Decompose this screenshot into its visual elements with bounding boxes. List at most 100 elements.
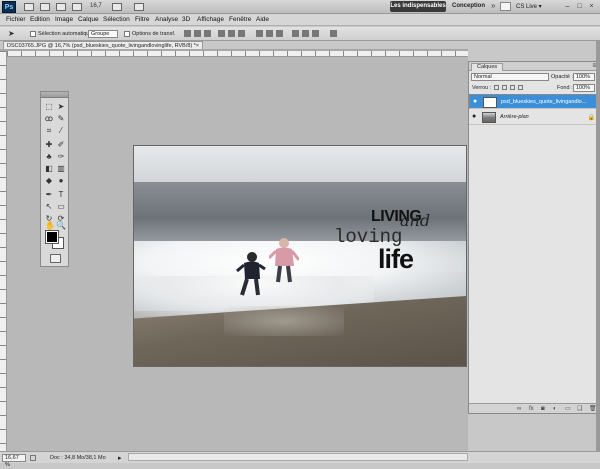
more-workspaces-icon[interactable]: » [491, 1, 495, 10]
eyedropper-tool-icon[interactable]: ⁄ [56, 126, 66, 136]
lock-all-icon[interactable] [518, 85, 523, 90]
history-brush-tool-icon[interactable]: ✑ [56, 152, 66, 162]
align-top-icon[interactable] [184, 30, 191, 37]
transform-checkbox[interactable] [124, 31, 130, 37]
panel-dock-strip[interactable] [596, 41, 600, 451]
layers-panel: Calques ≡ Normal Opacité : 100% Verrou :… [468, 61, 600, 414]
distribute-center-icon[interactable] [302, 30, 309, 37]
close-icon[interactable]: × [587, 2, 596, 11]
menu-affichage[interactable]: Affichage [197, 16, 224, 23]
search-icon[interactable] [500, 2, 511, 11]
fill-label: Fond : [557, 85, 573, 91]
arrange-documents-icon[interactable] [112, 3, 122, 11]
layer-thumbnail [483, 97, 497, 108]
menu-fichier[interactable]: Fichier [6, 16, 26, 23]
path-selection-tool-icon[interactable]: ↖ [44, 202, 54, 212]
status-menu-arrow-icon[interactable]: ▸ [118, 454, 122, 462]
lock-position-icon[interactable] [510, 85, 515, 90]
opacity-label: Opacité : [551, 74, 574, 80]
shape-tool-icon[interactable]: ▭ [56, 202, 66, 212]
gradient-tool-icon[interactable]: ▥ [56, 164, 66, 174]
cs-live-menu[interactable]: CS Live ▾ [516, 3, 542, 10]
align-left-icon[interactable] [218, 30, 225, 37]
menu-analyse[interactable]: Analyse [155, 16, 178, 23]
crop-tool-icon[interactable]: ⌗ [44, 126, 54, 136]
opacity-field[interactable]: 100% [573, 73, 595, 81]
auto-select-dropdown[interactable]: Groupe [88, 30, 118, 38]
quick-selection-tool-icon[interactable]: ✎ [56, 114, 66, 124]
add-mask-icon[interactable]: ◙ [541, 406, 547, 412]
distribute-middle-icon[interactable] [266, 30, 273, 37]
align-middle-icon[interactable] [194, 30, 201, 37]
auto-select-checkbox[interactable] [30, 31, 36, 37]
link-layers-icon[interactable]: ∞ [517, 406, 523, 412]
align-bottom-icon[interactable] [204, 30, 211, 37]
vertical-ruler[interactable] [0, 51, 7, 451]
wet-sand-reflection [224, 306, 344, 336]
new-group-icon[interactable]: ▭ [565, 406, 571, 412]
pen-tool-icon[interactable]: ✒ [44, 190, 54, 200]
distribute-top-icon[interactable] [256, 30, 263, 37]
eraser-tool-icon[interactable]: ◧ [44, 164, 54, 174]
document-image[interactable]: LIVING and loving life [133, 145, 467, 367]
menu-filtre[interactable]: Filtre [135, 16, 149, 23]
distribute-left-icon[interactable] [292, 30, 299, 37]
blend-mode-dropdown[interactable]: Normal [471, 73, 549, 81]
lock-transparency-icon[interactable] [494, 85, 499, 90]
clone-stamp-tool-icon[interactable]: ♣ [44, 152, 54, 162]
zoom-level[interactable]: 16,7 [90, 3, 102, 9]
menu-calque[interactable]: Calque [78, 16, 99, 23]
foreground-color-swatch[interactable] [45, 230, 59, 244]
type-tool-icon[interactable]: T [56, 190, 66, 200]
status-zoom-field[interactable]: 16,67 % [2, 454, 26, 468]
layers-panel-header: Calques ≡ [469, 62, 599, 71]
status-icon[interactable] [30, 455, 36, 461]
menu-edition[interactable]: Edition [30, 16, 50, 23]
horizontal-scrollbar[interactable] [128, 453, 468, 461]
layer-row-background[interactable]: ● Arrière-plan 🔒 [469, 110, 599, 125]
menu-image[interactable]: Image [55, 16, 73, 23]
hand-tool-icon[interactable]: ✋ [45, 221, 55, 231]
maximize-icon[interactable]: □ [575, 2, 584, 11]
healing-brush-tool-icon[interactable]: ✚ [44, 140, 54, 150]
adjustment-layer-icon[interactable]: ◐ [553, 406, 559, 412]
visibility-eye-icon[interactable]: ● [472, 113, 478, 120]
marquee-tool-icon[interactable]: ⬚ [44, 102, 54, 112]
lock-pixels-icon[interactable] [502, 85, 507, 90]
options-bar: ➤ Sélection automatique : Groupe Options… [0, 27, 600, 41]
layer-row-quote[interactable]: ● psd_blueskies_quote_livingandlo... [469, 94, 599, 109]
screen-mode-icon[interactable] [134, 3, 144, 11]
hand-tool-icon[interactable] [72, 3, 82, 11]
layer-style-icon[interactable]: fx [529, 406, 535, 412]
tab-layers[interactable]: Calques [471, 63, 504, 71]
workspace-essentials-button[interactable]: Les indispensables [390, 1, 446, 12]
extras-icon[interactable] [56, 3, 66, 11]
delete-layer-icon[interactable]: 🗑 [589, 406, 597, 412]
menu-3d[interactable]: 3D [182, 16, 190, 23]
visibility-eye-icon[interactable]: ● [473, 98, 479, 105]
minimize-icon[interactable]: – [563, 2, 572, 11]
minibridge-icon[interactable] [40, 3, 50, 11]
quick-mask-icon[interactable] [50, 254, 61, 263]
align-center-icon[interactable] [228, 30, 235, 37]
menu-aide[interactable]: Aide [256, 16, 269, 23]
distribute-right-icon[interactable] [312, 30, 319, 37]
move-tool-icon[interactable]: ➤ [8, 30, 15, 38]
workspace-design-button[interactable]: Conception [452, 3, 485, 9]
auto-align-icon[interactable] [330, 30, 337, 37]
tools-panel-header[interactable] [41, 92, 68, 98]
zoom-tool-icon[interactable]: 🔍 [56, 221, 66, 231]
align-right-icon[interactable] [238, 30, 245, 37]
dodge-tool-icon[interactable]: ● [56, 176, 66, 186]
fill-field[interactable]: 100% [573, 84, 595, 92]
blur-tool-icon[interactable]: ◆ [44, 176, 54, 186]
move-tool-icon[interactable]: ➤ [56, 102, 66, 112]
menu-selection[interactable]: Sélection [103, 16, 130, 23]
bridge-icon[interactable] [24, 3, 34, 11]
layers-panel-footer: ∞ fx ◙ ◐ ▭ ❏ 🗑 [469, 403, 599, 413]
lasso-tool-icon[interactable]: ꝏ [44, 114, 54, 124]
menu-fenetre[interactable]: Fenêtre [229, 16, 251, 23]
distribute-bottom-icon[interactable] [276, 30, 283, 37]
new-layer-icon[interactable]: ❏ [577, 406, 583, 412]
brush-tool-icon[interactable]: ✐ [56, 140, 66, 150]
